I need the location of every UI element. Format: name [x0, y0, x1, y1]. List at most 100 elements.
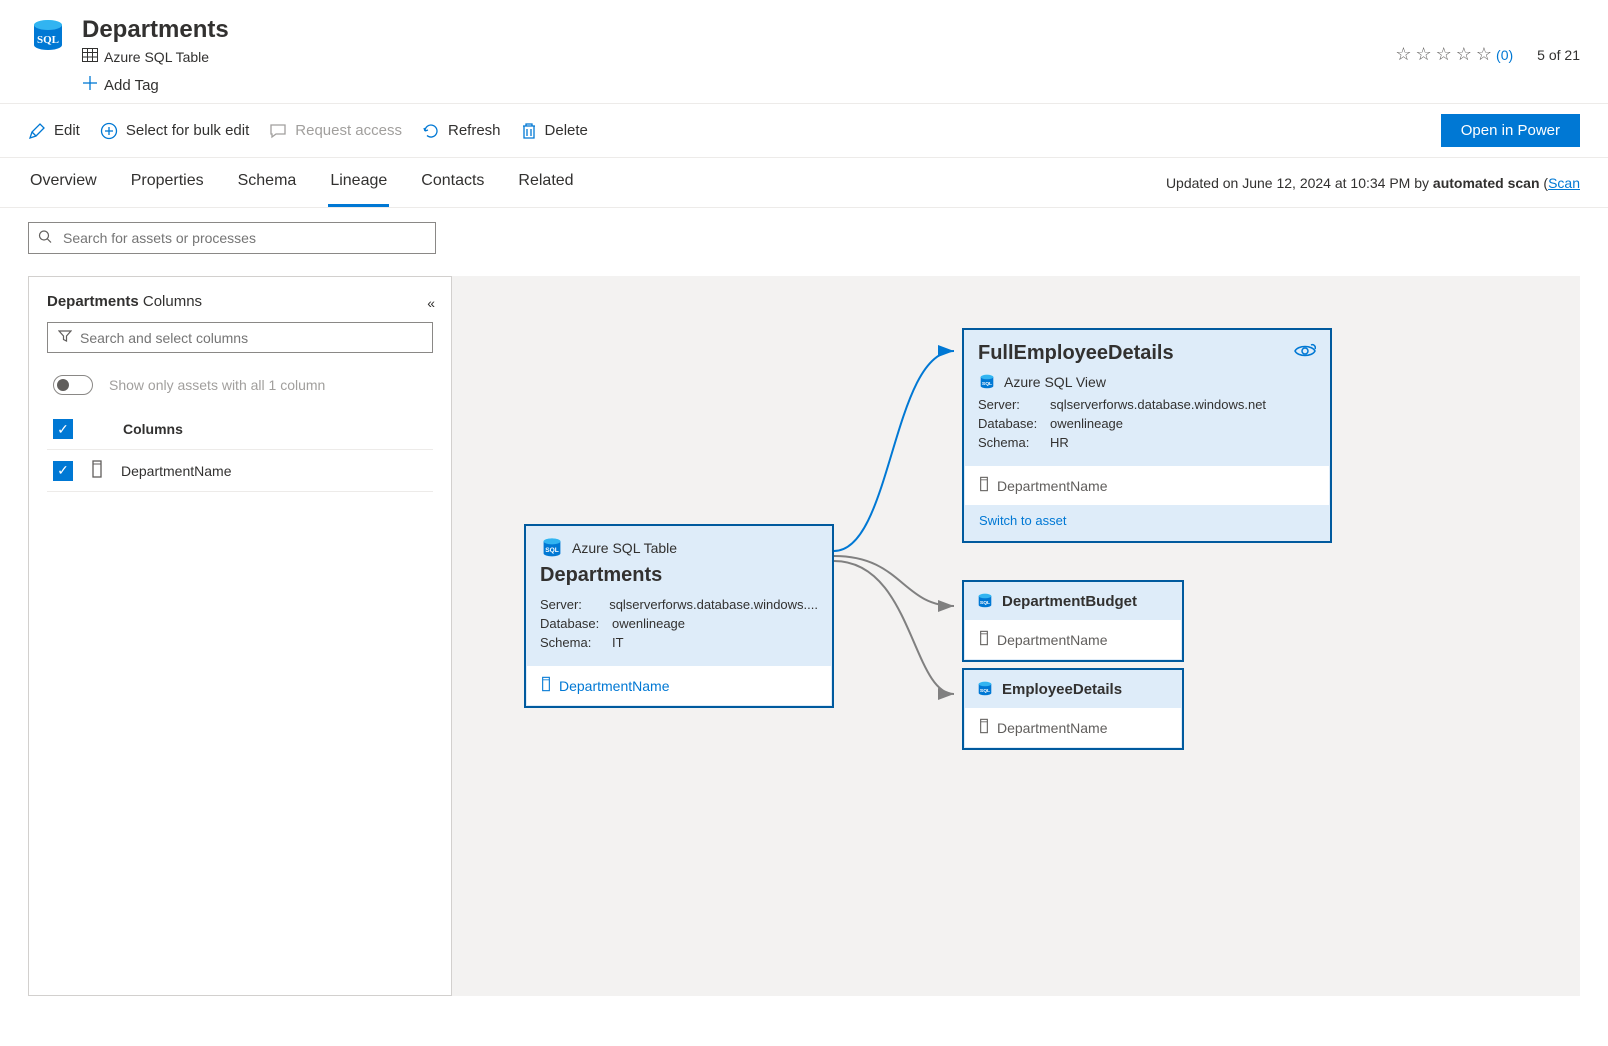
plus-circle-icon — [100, 122, 118, 140]
table-icon — [82, 48, 98, 65]
delete-label: Delete — [545, 122, 588, 139]
star-icon: ☆ — [1476, 44, 1492, 65]
lineage-node-full-employee[interactable]: FullEmployeeDetails SQL Azure SQL View S… — [962, 328, 1332, 543]
tab-properties[interactable]: Properties — [129, 158, 206, 207]
svg-text:SQL: SQL — [545, 547, 559, 554]
scan-link[interactable]: Scan — [1548, 175, 1580, 191]
columns-header-row[interactable]: ✓ Columns — [47, 409, 433, 450]
node-column[interactable]: DepartmentName — [965, 708, 1181, 747]
column-icon — [541, 676, 551, 695]
star-icon: ☆ — [1436, 44, 1452, 65]
comment-icon — [269, 122, 287, 140]
column-item[interactable]: ✓ DepartmentName — [47, 450, 433, 492]
subtitle-text: Azure SQL Table — [104, 49, 209, 65]
rating-count: (0) — [1496, 47, 1513, 63]
filter-toggle[interactable] — [53, 375, 93, 395]
sidebar-title: Departments Columns — [47, 293, 433, 310]
node-column[interactable]: DepartmentName — [965, 466, 1329, 505]
star-icon: ☆ — [1456, 44, 1472, 65]
updated-info: Updated on June 12, 2024 at 10:34 PM by … — [1166, 161, 1580, 205]
sql-logo-icon: SQL — [28, 16, 68, 56]
rating-stars[interactable]: ☆ ☆ ☆ ☆ ☆ (0) — [1395, 44, 1513, 65]
bulk-edit-button[interactable]: Select for bulk edit — [100, 120, 249, 142]
sql-icon: SQL — [540, 536, 564, 560]
node-title: Departments — [526, 560, 832, 595]
svg-text:SQL: SQL — [980, 688, 990, 694]
node-column-name: DepartmentName — [997, 720, 1108, 736]
column-icon — [91, 460, 103, 481]
node-type-label: Azure SQL View — [1004, 374, 1106, 390]
plus-icon — [82, 75, 98, 95]
node-column-name: DepartmentName — [559, 678, 670, 694]
star-icon: ☆ — [1415, 44, 1431, 65]
star-icon: ☆ — [1395, 44, 1411, 65]
refresh-icon — [422, 122, 440, 140]
result-counter: 5 of 21 — [1537, 47, 1580, 63]
search-input[interactable] — [28, 222, 436, 254]
page-title: Departments — [82, 16, 1395, 44]
trash-icon — [521, 122, 537, 140]
tab-schema[interactable]: Schema — [236, 158, 299, 207]
updated-prefix: Updated on June 12, 2024 at 10:34 PM by — [1166, 175, 1433, 191]
lineage-canvas[interactable]: SQL Azure SQL Table Departments Server:s… — [452, 276, 1580, 996]
server-val: sqlserverforws.database.windows.net — [1050, 397, 1266, 412]
server-key: Server: — [540, 597, 609, 612]
node-column[interactable]: DepartmentName — [965, 620, 1181, 659]
lineage-node-source[interactable]: SQL Azure SQL Table Departments Server:s… — [524, 524, 834, 708]
refresh-label: Refresh — [448, 122, 501, 139]
svg-text:SQL: SQL — [982, 381, 992, 387]
bulk-label: Select for bulk edit — [126, 122, 249, 139]
column-icon — [979, 718, 989, 737]
schema-val: IT — [612, 635, 624, 650]
node-type-label: Azure SQL Table — [572, 540, 677, 556]
edit-button[interactable]: Edit — [28, 120, 80, 142]
columns-header-label: Columns — [123, 421, 183, 437]
eye-icon[interactable] — [1294, 342, 1316, 365]
collapse-icon[interactable]: « — [427, 295, 435, 311]
add-tag-button[interactable]: Add Tag — [82, 75, 1395, 95]
edit-label: Edit — [54, 122, 80, 139]
sidebar-title-rest: Columns — [139, 293, 202, 310]
switch-to-asset-link[interactable]: Switch to asset — [965, 505, 1329, 540]
tab-contacts[interactable]: Contacts — [419, 158, 486, 207]
column-icon — [979, 630, 989, 649]
lineage-node-employee[interactable]: SQL EmployeeDetails DepartmentName — [962, 668, 1184, 750]
open-in-power-button[interactable]: Open in Power — [1441, 114, 1580, 147]
node-title: DepartmentBudget — [1002, 593, 1137, 610]
node-column-name: DepartmentName — [997, 478, 1108, 494]
tab-related[interactable]: Related — [516, 158, 575, 207]
toggle-label: Show only assets with all 1 column — [109, 377, 325, 393]
node-column[interactable]: DepartmentName — [527, 666, 831, 705]
request-access-button[interactable]: Request access — [269, 120, 402, 142]
node-title: FullEmployeeDetails — [978, 342, 1174, 365]
node-title: EmployeeDetails — [1002, 681, 1122, 698]
database-key: Database: — [978, 416, 1050, 431]
svg-text:SQL: SQL — [980, 600, 990, 606]
add-tag-label: Add Tag — [104, 77, 159, 94]
column-icon — [979, 476, 989, 495]
tab-overview[interactable]: Overview — [28, 158, 99, 207]
filter-icon — [58, 329, 72, 346]
updated-paren: ( — [1540, 175, 1549, 191]
search-icon — [38, 230, 52, 247]
column-search-input[interactable] — [80, 330, 422, 346]
updated-actor: automated scan — [1433, 175, 1540, 191]
column-search[interactable] — [47, 322, 433, 353]
delete-button[interactable]: Delete — [521, 120, 588, 142]
schema-key: Schema: — [978, 435, 1050, 450]
svg-text:SQL: SQL — [37, 34, 59, 46]
database-val: owenlineage — [612, 616, 685, 631]
node-column-name: DepartmentName — [997, 632, 1108, 648]
tab-lineage[interactable]: Lineage — [328, 158, 389, 207]
database-key: Database: — [540, 616, 612, 631]
checkbox-checked-icon[interactable]: ✓ — [53, 461, 73, 481]
refresh-button[interactable]: Refresh — [422, 120, 501, 142]
checkbox-checked-icon[interactable]: ✓ — [53, 419, 73, 439]
sql-icon: SQL — [976, 680, 994, 698]
page-subtitle: Azure SQL Table — [82, 48, 1395, 65]
schema-key: Schema: — [540, 635, 612, 650]
server-key: Server: — [978, 397, 1050, 412]
lineage-node-budget[interactable]: SQL DepartmentBudget DepartmentName — [962, 580, 1184, 662]
request-label: Request access — [295, 122, 402, 139]
column-name: DepartmentName — [121, 463, 232, 479]
